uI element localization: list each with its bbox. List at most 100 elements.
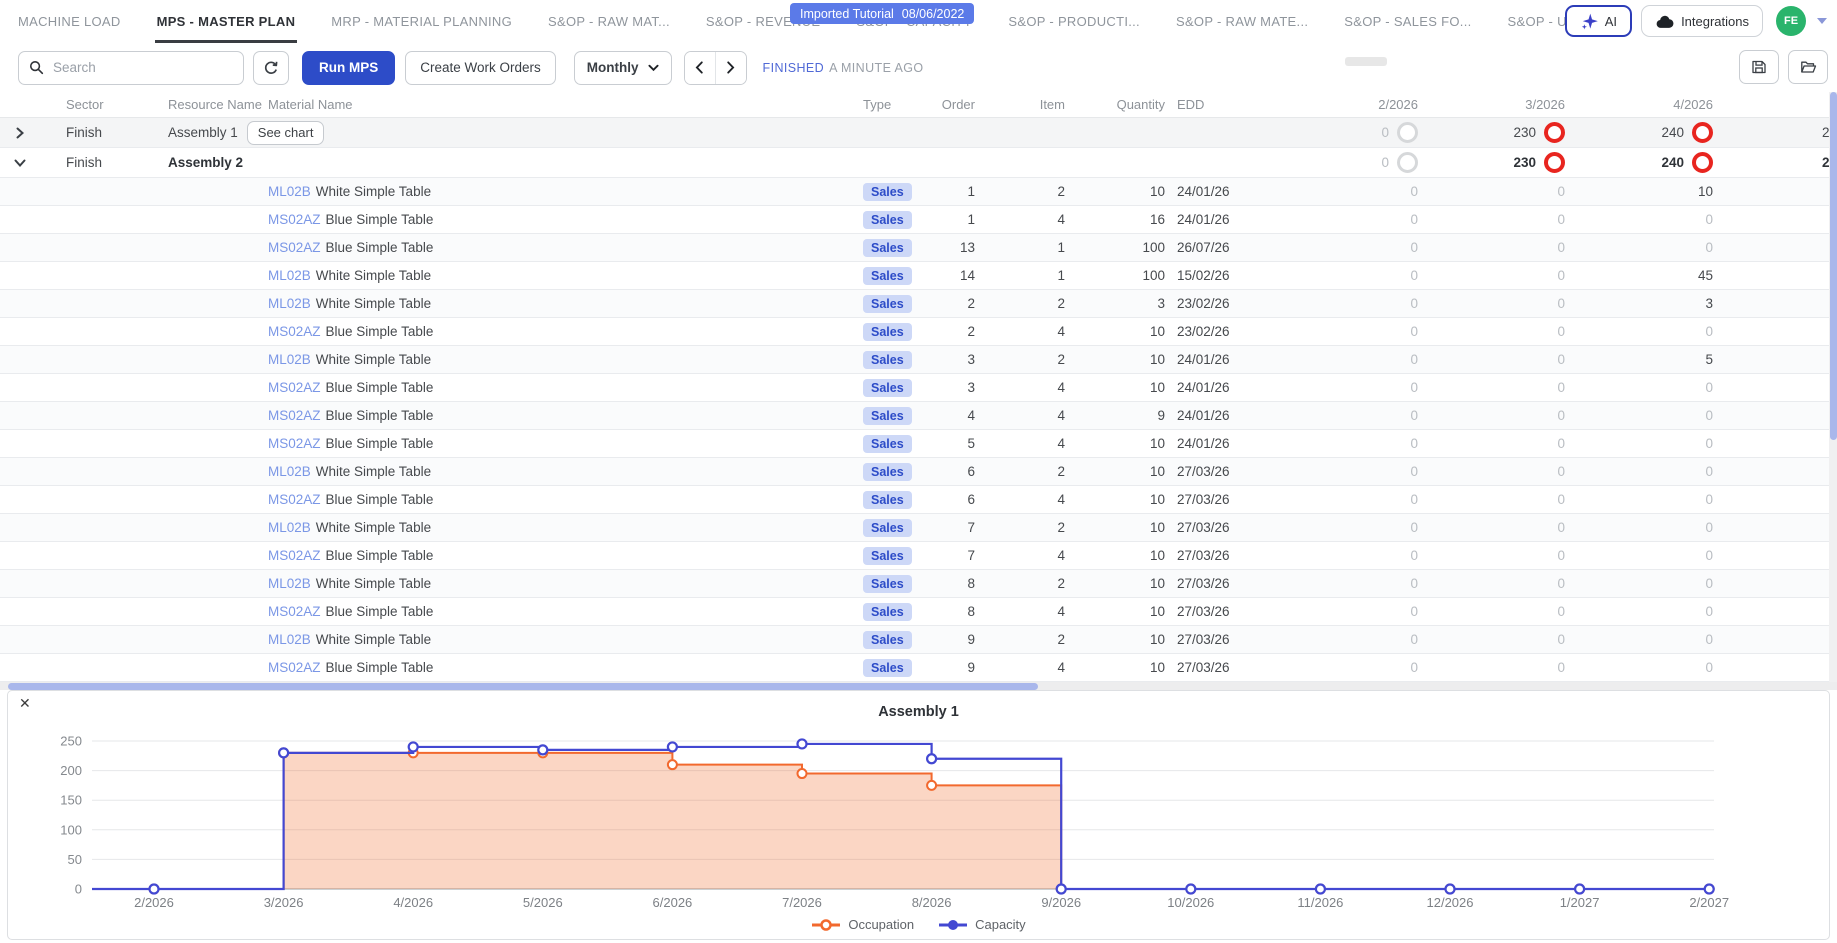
period-cell: 0 — [1288, 148, 1418, 177]
material-code-link[interactable]: MS02AZ — [268, 604, 321, 619]
period-cell: 0 — [1298, 430, 1418, 457]
quantity-cell: 10 — [1075, 654, 1165, 681]
order-row[interactable]: ML02BWhite Simple TableSales321024/01/26… — [0, 346, 1837, 374]
vertical-scrollbar-thumb[interactable] — [1830, 92, 1837, 440]
order-row[interactable]: ML02BWhite Simple TableSales621027/03/26… — [0, 458, 1837, 486]
avatar[interactable]: FE — [1776, 6, 1806, 36]
save-button[interactable] — [1739, 50, 1779, 84]
order-row[interactable]: MS02AZBlue Simple TableSales541024/01/26… — [0, 430, 1837, 458]
horizontal-scrollbar-thumb[interactable] — [8, 683, 1038, 690]
search-input[interactable] — [51, 59, 225, 76]
period-value: 0 — [1410, 492, 1418, 507]
material-code-link[interactable]: MS02AZ — [268, 436, 321, 451]
run-mps-button[interactable]: Run MPS — [302, 51, 395, 85]
material-code-link[interactable]: MS02AZ — [268, 240, 321, 255]
tab-s-op-raw-mate[interactable]: S&OP - RAW MATE... — [1176, 0, 1308, 43]
tab-s-op-producti[interactable]: S&OP - PRODUCTI... — [1008, 0, 1140, 43]
run-status: FINISHED A MINUTE AGO — [763, 61, 924, 75]
faded-tooltip — [1345, 57, 1387, 66]
y-axis-label: 150 — [60, 793, 82, 808]
order-row[interactable]: ML02BWhite Simple TableSales721027/03/26… — [0, 514, 1837, 542]
column-header-period-4-2026[interactable]: 4/2026 — [1593, 92, 1713, 117]
order-row[interactable]: ML02BWhite Simple TableSales121024/01/26… — [0, 178, 1837, 206]
y-axis-label: 200 — [60, 763, 82, 778]
material-name: White Simple Table — [316, 352, 431, 367]
tab-s-op-raw-mat[interactable]: S&OP - RAW MAT... — [548, 0, 670, 43]
collapse-icon[interactable] — [14, 148, 26, 177]
integrations-button[interactable]: Integrations — [1641, 5, 1763, 37]
material-name: White Simple Table — [316, 184, 431, 199]
resource-row-assembly-1[interactable]: FinishAssembly 1See chart02302402 — [0, 118, 1837, 148]
period-cell: 0 — [1445, 178, 1565, 205]
period-value: 0 — [1557, 632, 1565, 647]
open-folder-button[interactable] — [1788, 50, 1828, 84]
period-value: 0 — [1705, 548, 1713, 563]
column-header-edd[interactable]: EDD — [1177, 92, 1204, 117]
expand-icon[interactable] — [14, 118, 26, 147]
item-cell: 4 — [985, 486, 1065, 513]
create-work-orders-button[interactable]: Create Work Orders — [405, 51, 556, 85]
next-period-button[interactable] — [716, 52, 746, 84]
material-code-link[interactable]: MS02AZ — [268, 212, 321, 227]
quantity-cell: 10 — [1075, 430, 1165, 457]
column-header-resource-name[interactable]: Resource Name — [168, 92, 262, 117]
tab-mrp-material-planning[interactable]: MRP - MATERIAL PLANNING — [331, 0, 512, 43]
ai-button[interactable]: AI — [1565, 5, 1632, 37]
order-row[interactable]: MS02AZBlue Simple TableSales941027/03/26… — [0, 654, 1837, 682]
order-row[interactable]: ML02BWhite Simple TableSales14110015/02/… — [0, 262, 1837, 290]
order-row[interactable]: MS02AZBlue Simple TableSales841027/03/26… — [0, 598, 1837, 626]
material-name: White Simple Table — [316, 268, 431, 283]
column-header-period-2-2026[interactable]: 2/2026 — [1298, 92, 1418, 117]
column-header-material-name[interactable]: Material Name — [268, 92, 353, 117]
order-row[interactable]: ML02BWhite Simple TableSales821027/03/26… — [0, 570, 1837, 598]
column-header-order[interactable]: Order — [885, 92, 975, 117]
tab-mps-master-plan[interactable]: MPS - MASTER PLAN — [157, 0, 296, 43]
material-name: White Simple Table — [316, 632, 431, 647]
chevron-down-icon[interactable] — [1817, 18, 1827, 24]
material-code-link[interactable]: ML02B — [268, 296, 311, 311]
material-code-link[interactable]: MS02AZ — [268, 408, 321, 423]
column-header-item[interactable]: Item — [975, 92, 1065, 117]
material-code-link[interactable]: ML02B — [268, 632, 311, 647]
material-code-link[interactable]: MS02AZ — [268, 660, 321, 675]
item-cell: 4 — [985, 654, 1065, 681]
see-chart-button[interactable]: See chart — [247, 121, 325, 145]
material-code-link[interactable]: MS02AZ — [268, 492, 321, 507]
material-cell: MS02AZBlue Simple Table — [268, 374, 433, 401]
legend-item-occupation[interactable]: Occupation — [811, 917, 914, 932]
resource-row-assembly-2[interactable]: FinishAssembly 202302402 — [0, 148, 1837, 178]
order-row[interactable]: MS02AZBlue Simple TableSales13110026/07/… — [0, 234, 1837, 262]
material-code-link[interactable]: ML02B — [268, 464, 311, 479]
order-row[interactable]: MS02AZBlue Simple TableSales341024/01/26… — [0, 374, 1837, 402]
material-code-link[interactable]: MS02AZ — [268, 324, 321, 339]
order-row[interactable]: ML02BWhite Simple TableSales921027/03/26… — [0, 626, 1837, 654]
material-code-link[interactable]: ML02B — [268, 520, 311, 535]
material-code-link[interactable]: MS02AZ — [268, 548, 321, 563]
prev-period-button[interactable] — [685, 52, 716, 84]
period-select[interactable]: Monthly — [574, 51, 672, 85]
order-row[interactable]: MS02AZBlue Simple TableSales141624/01/26… — [0, 206, 1837, 234]
material-code-link[interactable]: ML02B — [268, 268, 311, 283]
refresh-button[interactable] — [253, 51, 289, 85]
material-code-link[interactable]: ML02B — [268, 352, 311, 367]
sparkle-icon — [1580, 12, 1599, 31]
period-cell: 0 — [1593, 598, 1713, 625]
legend-item-capacity[interactable]: Capacity — [938, 917, 1026, 932]
order-row[interactable]: MS02AZBlue Simple TableSales641027/03/26… — [0, 486, 1837, 514]
material-code-link[interactable]: ML02B — [268, 184, 311, 199]
column-header-quantity[interactable]: Quantity — [1075, 92, 1165, 117]
material-name: Blue Simple Table — [326, 408, 434, 423]
quantity-cell: 10 — [1075, 346, 1165, 373]
toolbar-right-icons — [1739, 50, 1828, 84]
material-code-link[interactable]: ML02B — [268, 576, 311, 591]
material-code-link[interactable]: MS02AZ — [268, 380, 321, 395]
tab-s-op-sales-fo[interactable]: S&OP - SALES FO... — [1344, 0, 1471, 43]
order-row[interactable]: MS02AZBlue Simple TableSales44924/01/260… — [0, 402, 1837, 430]
order-row[interactable]: MS02AZBlue Simple TableSales241023/02/26… — [0, 318, 1837, 346]
order-row[interactable]: MS02AZBlue Simple TableSales741027/03/26… — [0, 542, 1837, 570]
tab-machine-load[interactable]: MACHINE LOAD — [18, 0, 121, 43]
column-header-sector[interactable]: Sector — [66, 92, 104, 117]
order-row[interactable]: ML02BWhite Simple TableSales22323/02/260… — [0, 290, 1837, 318]
column-header-period-3-2026[interactable]: 3/2026 — [1445, 92, 1565, 117]
material-cell: MS02AZBlue Simple Table — [268, 430, 433, 457]
